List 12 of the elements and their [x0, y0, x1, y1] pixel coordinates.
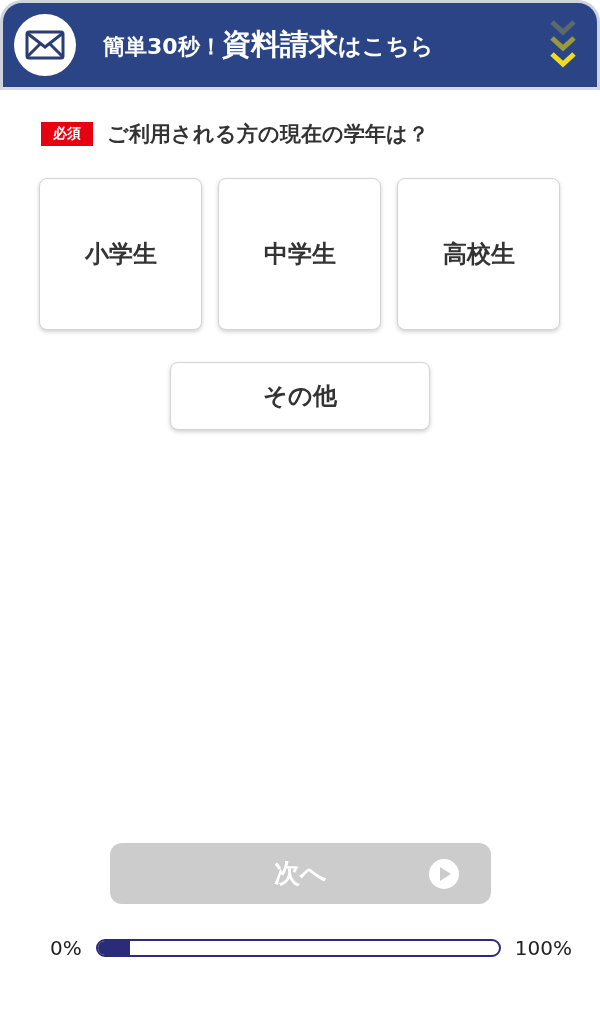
answer-option[interactable]: 高校生	[397, 178, 560, 330]
question-text: ご利用される方の現在の学年は？	[107, 121, 429, 148]
progress-end-label: 100%	[514, 936, 572, 960]
answer-option[interactable]: その他	[170, 362, 430, 430]
answer-option[interactable]: 中学生	[218, 178, 381, 330]
answer-option[interactable]: 小学生	[39, 178, 202, 330]
play-icon	[428, 859, 459, 889]
progress-start-label: 0%	[50, 936, 82, 960]
banner-title: 簡単30秒！資料請求はこちら	[103, 26, 435, 63]
required-badge: 必須	[41, 122, 93, 146]
header-banner[interactable]: 簡単30秒！資料請求はこちら	[0, 0, 600, 90]
envelope-icon	[13, 13, 77, 77]
